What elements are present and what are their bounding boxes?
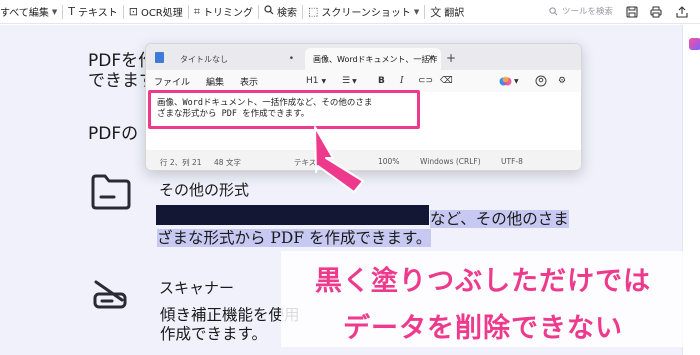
section-other-line2: ざまな形式から PDF を作成できます。 [157, 226, 432, 248]
status-char-count: 48 文字 [214, 158, 241, 167]
section-scanner-line2: 作成できます。 [160, 325, 267, 343]
account-icon[interactable] [535, 70, 547, 92]
highlighted-text: ざまな形式から PDF を作成できます。 [157, 229, 432, 247]
status-line-ending: Windows (CRLF) [420, 157, 481, 166]
callout-line1: 黒く塗りつぶしただけでは [314, 266, 652, 297]
tab-active-document[interactable]: 画像、Wordドキュメント、一括作 ✕ [305, 48, 441, 70]
list-dropdown[interactable]: ☰ ▼ [342, 70, 357, 92]
menu-file[interactable]: ファイル [146, 75, 198, 88]
tab-untitled-label: タイトルなし [180, 54, 228, 64]
doc-heading-pdf: PDFの [88, 124, 139, 144]
callout-line2: データを削除できない [343, 313, 623, 344]
translate-icon: 文 [430, 5, 442, 19]
ocr-button[interactable]: ⊡ OCR処理 [124, 0, 188, 24]
notepad-statusbar: 行 2、列 21 48 文字 テキスト 100% Windows (CRLF) … [146, 150, 581, 170]
text-label: テキスト [78, 8, 118, 19]
screenshot-label: スクリーンショット [321, 8, 411, 19]
translate-button[interactable]: 文 翻訳 [425, 0, 469, 24]
search-icon [264, 5, 274, 18]
link-icon[interactable]: ⊂⊃ [418, 70, 433, 92]
status-mode: テキスト [294, 158, 324, 167]
bold-button[interactable]: B [378, 70, 385, 92]
clear-format-icon[interactable]: ⌫ [440, 70, 453, 92]
warning-callout: 黒く塗りつぶしただけでは データを削除できない [281, 251, 685, 347]
crop-icon: ⌗ [193, 4, 200, 18]
chevron-down-icon: ▼ [51, 7, 58, 16]
annotation-highlight-box [148, 90, 420, 129]
crop-label: トリミング [202, 8, 253, 19]
notepad-app-icon [155, 52, 164, 63]
search-button[interactable]: 検索 [259, 0, 302, 24]
chevron-down-icon: ▼ [352, 77, 357, 85]
status-cursor-position: 行 2、列 21 [160, 158, 202, 167]
redaction-box [156, 205, 429, 225]
new-tab-icon[interactable]: + [446, 51, 456, 65]
section-scanner-title: スキャナー [159, 279, 235, 297]
scanner-icon [92, 276, 128, 316]
heading-level: H1 [306, 76, 319, 86]
notepad-menubar: ファイル 編集 表示 H1 ▼ ☰ ▼ B I ⊂⊃ ⌫ ▼ ⚙ [146, 70, 581, 92]
tool-search-input[interactable]: ツールを検索 [549, 2, 617, 20]
copilot-icon[interactable]: ▼ [499, 70, 519, 92]
folder-icon [90, 173, 132, 215]
text-button[interactable]: T テキスト [63, 0, 122, 24]
ocr-label: OCR処理 [140, 8, 183, 19]
status-zoom: 100% [378, 157, 400, 166]
edit-all-button[interactable]: すべて編集 ▼ [0, 0, 62, 24]
status-encoding: UTF-8 [501, 157, 523, 166]
search-icon [549, 6, 558, 15]
chevron-down-icon: ▼ [321, 77, 327, 85]
chevron-down-icon: ▼ [514, 77, 519, 85]
section-other-line1: など、その他のさま [430, 207, 569, 229]
heading-dropdown[interactable]: H1 ▼ [306, 70, 326, 92]
italic-button[interactable]: I [400, 70, 404, 92]
dot-icon: • [288, 54, 294, 64]
screenshot-icon: ⬚ [307, 5, 319, 18]
settings-gear-icon[interactable]: ⚙ [558, 70, 566, 92]
share-icon[interactable] [672, 0, 692, 24]
print-icon[interactable] [646, 0, 666, 24]
save-icon[interactable] [622, 0, 642, 24]
notepad-titlebar: タイトルなし • 画像、Wordドキュメント、一括作 ✕ + [146, 44, 581, 70]
edit-all-label: すべて編集 [0, 8, 49, 19]
screenshot-button[interactable]: ⬚ スクリーンショット ▼ [303, 0, 424, 24]
highlighted-text: など、その他のさま [430, 210, 569, 228]
close-icon[interactable]: ✕ [427, 54, 435, 64]
translate-label: 翻訳 [444, 8, 465, 19]
crop-button[interactable]: ⌗ トリミング [189, 0, 258, 24]
tab-active-label: 画像、Wordドキュメント、一括作 [313, 54, 438, 64]
section-other-title: その他の形式 [159, 181, 250, 199]
text-icon: T [68, 5, 76, 18]
chevron-down-icon: ▼ [413, 7, 420, 16]
tab-untitled[interactable]: タイトルなし • [172, 48, 300, 70]
menu-edit[interactable]: 編集 [198, 75, 232, 88]
tool-search-placeholder: ツールを検索 [562, 7, 614, 17]
search-label: 検索 [276, 8, 297, 19]
list-icon: ☰ [342, 76, 351, 86]
menu-view[interactable]: 表示 [232, 75, 266, 88]
ai-assistant-icon[interactable] [689, 38, 700, 50]
ocr-icon: ⊡ [128, 5, 138, 18]
